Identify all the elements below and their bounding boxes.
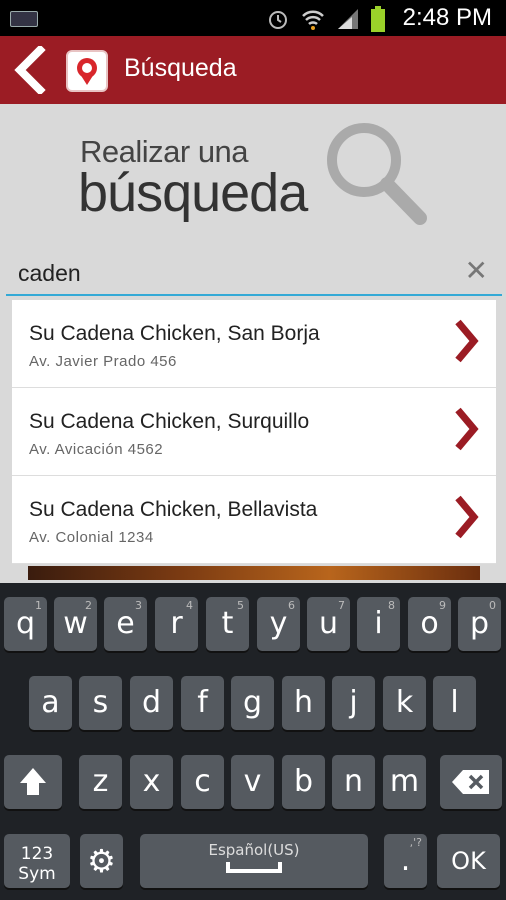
result-address: Av. Javier Prado 456 [29,353,177,370]
list-item[interactable]: Su Cadena Chicken, Surquillo Av. Avicaci… [12,388,496,476]
punctuation-key[interactable]: ,'? . [384,834,427,888]
key-q[interactable]: 1q [4,597,47,651]
alarm-icon [269,11,287,29]
key-w[interactable]: 2w [54,597,97,651]
wifi-icon [302,10,324,30]
search-hero: Realizar una búsqueda [0,104,506,254]
key-x[interactable]: x [130,755,173,809]
shift-icon [20,768,46,795]
key-y[interactable]: 6y [257,597,300,651]
signal-icon [338,9,358,29]
key-u[interactable]: 7u [307,597,350,651]
results-list: Su Cadena Chicken, San Borja Av. Javier … [12,300,496,564]
search-input[interactable]: caden [18,260,81,287]
magnifier-icon [327,123,427,225]
key-i[interactable]: 8i [357,597,400,651]
hero-title-line2: búsqueda [78,163,308,223]
key-z[interactable]: z [79,755,122,809]
spacebar-icon [226,862,282,873]
key-s[interactable]: s [79,676,122,730]
chevron-right-icon[interactable] [454,406,480,452]
status-bar: 2:48 PM [0,0,506,36]
key-g[interactable]: g [231,676,274,730]
key-m[interactable]: m [383,755,426,809]
key-t[interactable]: 5t [206,597,249,651]
soft-keyboard: 1q 2w 3e 4r 5t 6y 7u 8i 9o 0p a s d f g … [0,583,506,900]
key-r[interactable]: 4r [155,597,198,651]
result-address: Av. Colonial 1234 [29,529,154,546]
space-language-label: Español(US) [208,841,300,859]
key-j[interactable]: j [332,676,375,730]
list-item[interactable]: Su Cadena Chicken, San Borja Av. Javier … [12,300,496,388]
key-p[interactable]: 0p [458,597,501,651]
settings-key[interactable]: ⚙ [80,834,123,888]
key-n[interactable]: n [332,755,375,809]
status-icons [266,6,386,32]
battery-icon [371,6,385,32]
ok-key[interactable]: OK [437,834,500,888]
space-key[interactable]: Español(US) [140,834,368,888]
key-a[interactable]: a [29,676,72,730]
key-o[interactable]: 9o [408,597,451,651]
symbols-key[interactable]: 123 Sym [4,834,70,888]
key-e[interactable]: 3e [104,597,147,651]
chevron-right-icon[interactable] [454,494,480,540]
backspace-icon [452,770,489,794]
key-f[interactable]: f [181,676,224,730]
page-title: Búsqueda [124,54,237,82]
background-image-strip [28,566,480,580]
chevron-right-icon[interactable] [454,318,480,364]
key-c[interactable]: c [181,755,224,809]
app-bar: Búsqueda [0,36,506,104]
key-d[interactable]: d [130,676,173,730]
keyboard-indicator-icon [10,11,38,27]
result-name: Su Cadena Chicken, San Borja [29,322,320,345]
key-b[interactable]: b [282,755,325,809]
result-name: Su Cadena Chicken, Bellavista [29,498,318,521]
app-logo-icon [66,50,108,92]
backspace-key[interactable] [440,755,502,809]
result-name: Su Cadena Chicken, Surquillo [29,410,310,433]
gear-icon: ⚙ [87,842,116,880]
key-l[interactable]: l [433,676,476,730]
symbols-label-123: 123 [20,844,54,864]
key-v[interactable]: v [231,755,274,809]
status-time: 2:48 PM [402,4,492,31]
search-field[interactable]: caden ✕ [6,250,502,296]
symbols-label-sym: Sym [18,864,56,884]
key-h[interactable]: h [282,676,325,730]
back-arrow-icon[interactable] [12,46,52,94]
key-k[interactable]: k [383,676,426,730]
clear-icon[interactable]: ✕ [465,254,488,287]
shift-key[interactable] [4,755,62,809]
list-item[interactable]: Su Cadena Chicken, Bellavista Av. Coloni… [12,476,496,564]
result-address: Av. Avicación 4562 [29,441,164,458]
